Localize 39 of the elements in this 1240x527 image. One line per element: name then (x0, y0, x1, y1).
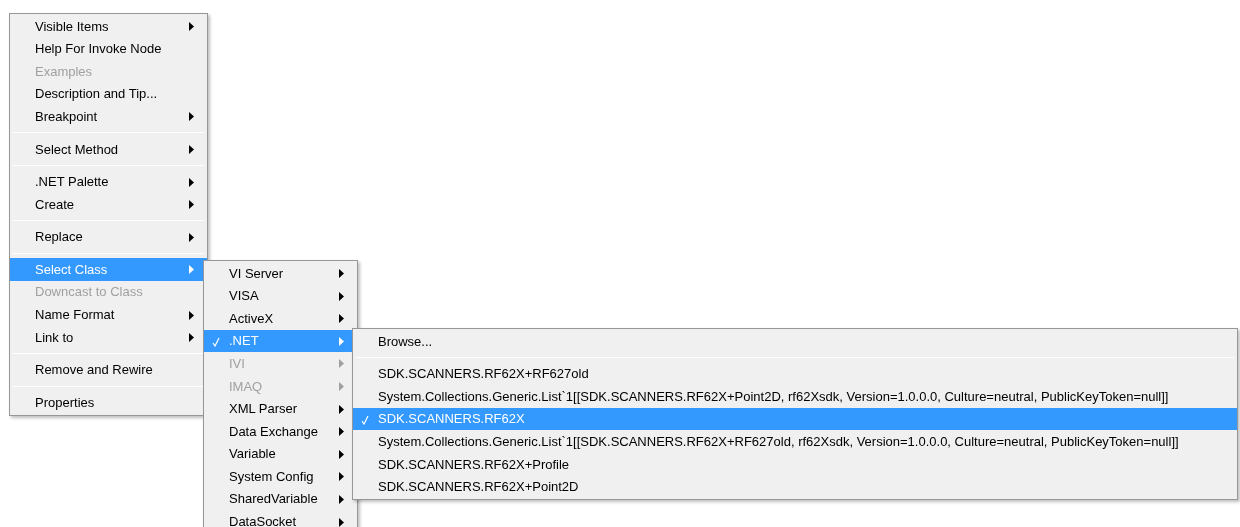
checkmark-icon (361, 414, 369, 425)
submenu-arrow-icon (339, 449, 344, 459)
submenu-arrow-icon (339, 336, 344, 346)
menu-item[interactable]: Properties (10, 391, 207, 414)
submenu-arrow-icon (339, 269, 344, 278)
menu-item[interactable]: Create (10, 193, 207, 216)
submenu-arrow-icon (339, 472, 344, 482)
submenu-arrow-icon (189, 232, 194, 242)
submenu-arrow-icon (339, 494, 344, 504)
submenu-arrow-icon (339, 381, 344, 391)
menu-item[interactable]: .NET Palette (10, 170, 207, 194)
menu-item[interactable]: VI Server (204, 262, 357, 285)
checkmark-icon (212, 336, 220, 347)
submenu-arrow-icon (189, 112, 194, 122)
submenu-arrow-icon (339, 404, 344, 414)
submenu-arrow-icon (189, 200, 194, 210)
submenu-arrow-icon (339, 314, 344, 324)
menu-item[interactable]: Remove and Rewire (10, 358, 207, 382)
submenu-arrow-icon (189, 177, 194, 187)
submenu-arrow-icon (339, 359, 344, 369)
menu-item[interactable]: Visible Items (10, 15, 207, 38)
menu-item[interactable]: VISA (204, 284, 357, 308)
submenu-arrow-icon (339, 517, 344, 527)
menu-item[interactable]: Help For Invoke Node (10, 37, 207, 61)
submenu-arrow-icon (189, 22, 194, 31)
submenu-arrow-icon (339, 427, 344, 437)
menu-item[interactable]: Link to (10, 326, 207, 349)
menu-item[interactable]: Breakpoint (10, 105, 207, 128)
menu-item[interactable]: Name Format (10, 303, 207, 327)
menu-item[interactable]: ActiveX (204, 307, 357, 330)
menu-item[interactable]: Select Method (10, 137, 207, 161)
submenu-arrow-icon (339, 291, 344, 301)
submenu-arrow-icon (189, 310, 194, 320)
submenu-arrow-icon (189, 333, 194, 343)
menu-item[interactable]: Description and Tip... (10, 82, 207, 106)
menu-item[interactable]: DataSocket (204, 510, 357, 527)
submenu-arrow-icon (189, 265, 194, 275)
menu-item[interactable]: Replace (10, 225, 207, 249)
submenu-arrow-icon (189, 144, 194, 154)
